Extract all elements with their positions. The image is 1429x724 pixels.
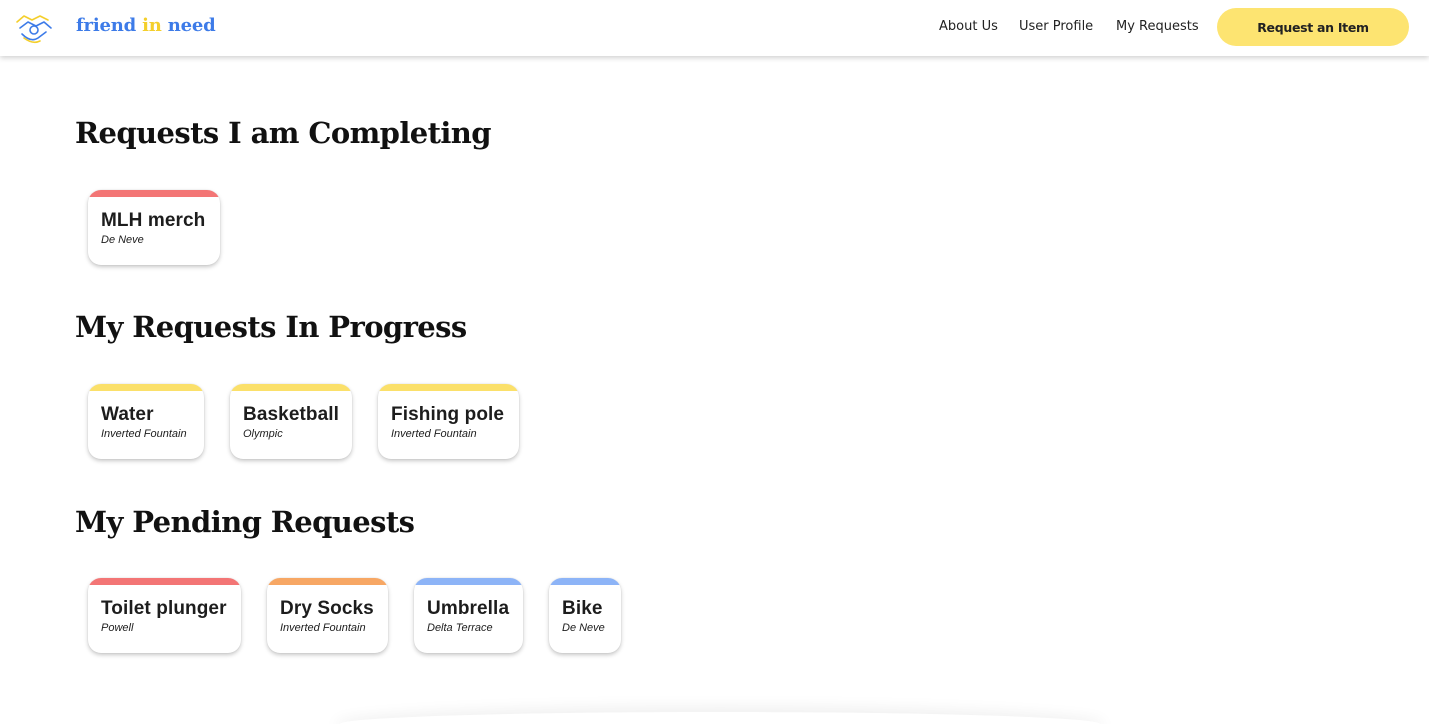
card-item-name: Fishing pole: [391, 404, 505, 425]
section-title-pending: My Pending Requests: [75, 505, 415, 539]
card-item-name: Water: [101, 404, 154, 425]
request-card[interactable]: Dry Socks Inverted Fountain: [267, 578, 388, 653]
card-color-bar: [378, 384, 519, 391]
card-item-name: Umbrella: [427, 598, 510, 619]
card-color-bar: [267, 578, 388, 585]
completing-cards: MLH merch De Neve: [88, 190, 246, 265]
card-location: Powell: [101, 622, 134, 634]
card-location: Inverted Fountain: [101, 428, 187, 440]
in-progress-cards: Water Inverted Fountain Basketball Olymp…: [88, 384, 545, 459]
request-card[interactable]: Umbrella Delta Terrace: [414, 578, 523, 653]
request-card[interactable]: Water Inverted Fountain: [88, 384, 204, 459]
request-card[interactable]: Toilet plunger Powell: [88, 578, 241, 653]
card-item-name: MLH merch: [101, 210, 206, 231]
nav-about-us[interactable]: About Us: [939, 19, 998, 34]
card-location: De Neve: [562, 622, 605, 634]
card-location: De Neve: [101, 234, 144, 246]
card-item-name: Toilet plunger: [101, 598, 227, 619]
handshake-logo-icon[interactable]: [14, 8, 54, 46]
pending-cards: Toilet plunger Powell Dry Socks Inverted…: [88, 578, 647, 653]
card-color-bar: [88, 384, 204, 391]
card-item-name: Dry Socks: [280, 598, 374, 619]
card-color-bar: [230, 384, 352, 391]
brand-word-friend: friend: [76, 15, 136, 36]
card-color-bar: [414, 578, 523, 585]
nav-user-profile[interactable]: User Profile: [1019, 19, 1093, 34]
brand-word-in: in: [142, 15, 162, 36]
card-item-name: Bike: [562, 598, 603, 619]
card-item-name: Basketball: [243, 404, 340, 425]
request-card[interactable]: Fishing pole Inverted Fountain: [378, 384, 519, 459]
request-card[interactable]: Bike De Neve: [549, 578, 621, 653]
bottom-panel-edge: [340, 712, 1100, 724]
request-card[interactable]: Basketball Olympic: [230, 384, 352, 459]
nav-my-requests[interactable]: My Requests: [1116, 19, 1199, 34]
card-location: Inverted Fountain: [391, 428, 477, 440]
request-card[interactable]: MLH merch De Neve: [88, 190, 220, 265]
request-item-button[interactable]: Request an Item: [1217, 8, 1409, 46]
card-location: Inverted Fountain: [280, 622, 366, 634]
card-location: Olympic: [243, 428, 283, 440]
card-color-bar: [88, 190, 220, 197]
section-title-in-progress: My Requests In Progress: [75, 310, 467, 344]
brand-word-need: need: [167, 15, 216, 36]
card-location: Delta Terrace: [427, 622, 493, 634]
brand-name[interactable]: friend in need: [76, 15, 216, 36]
section-title-completing: Requests I am Completing: [75, 116, 492, 150]
card-color-bar: [88, 578, 241, 585]
card-color-bar: [549, 578, 621, 585]
top-navbar: friend in need About Us User Profile My …: [0, 0, 1429, 56]
